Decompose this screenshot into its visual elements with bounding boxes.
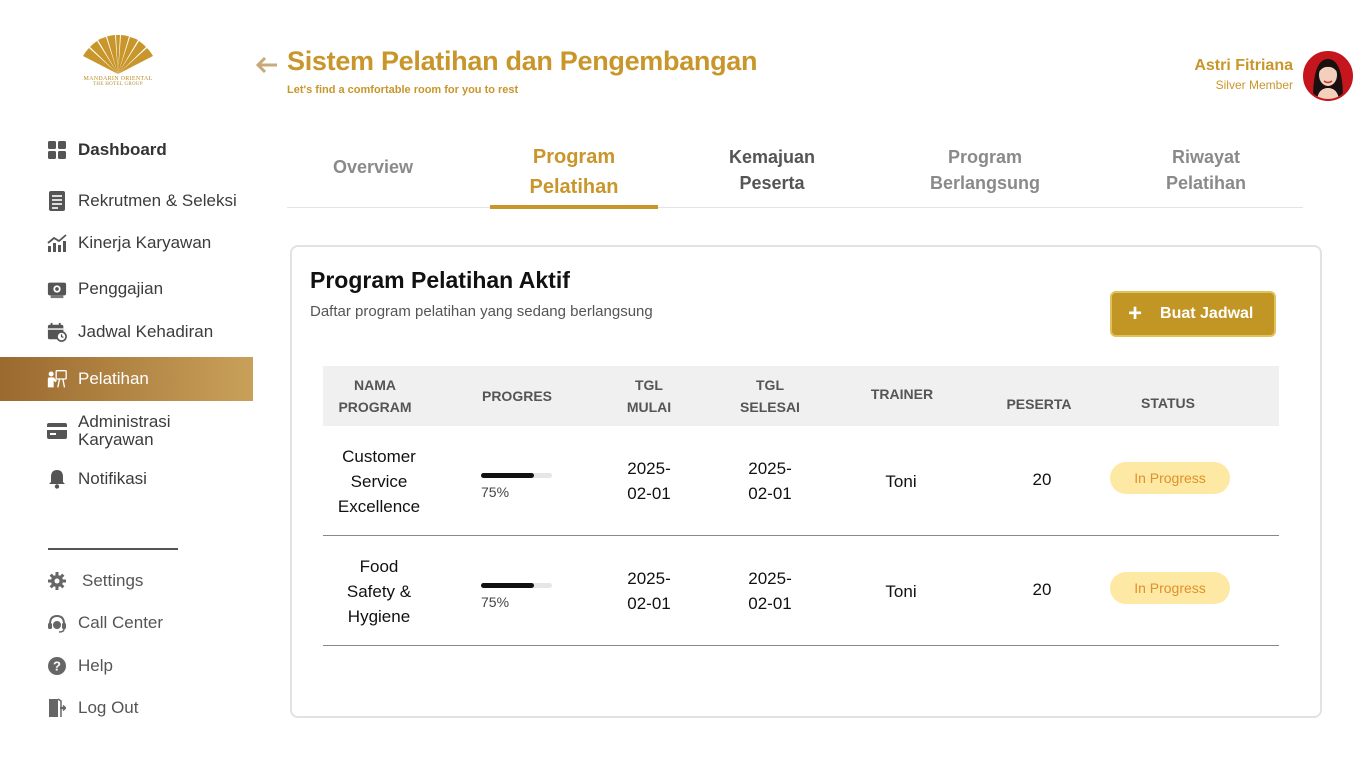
column-header-progress[interactable]: PROGRES xyxy=(473,366,561,426)
progress-bar-fill xyxy=(481,473,535,478)
brand-tagline: THE HOTEL GROUP xyxy=(93,82,143,87)
sidebar-item-label: Help xyxy=(78,656,113,675)
tab-label: Kemajuan Peserta xyxy=(728,147,816,193)
tab-program-berlangsung[interactable]: Program Berlangsung xyxy=(915,144,1055,212)
chart-up-icon xyxy=(47,233,67,253)
tab-overview[interactable]: Overview xyxy=(309,154,437,222)
tab-kemajuan-peserta[interactable]: Kemajuan Peserta xyxy=(707,144,837,212)
sidebar-item-label: Dashboard xyxy=(78,140,167,159)
grid-icon xyxy=(47,140,67,160)
participant-count: 20 xyxy=(1032,579,1052,599)
start-date: 2025- 02-01 xyxy=(627,569,671,613)
column-header-status[interactable]: STATUS xyxy=(1123,373,1213,433)
headset-icon xyxy=(47,613,67,633)
tab-bar: Overview Program Pelatihan Kemajuan Pese… xyxy=(287,140,1303,210)
logout-icon xyxy=(47,698,67,718)
plus-icon: + xyxy=(1128,300,1143,327)
end-date: 2025- 02-01 xyxy=(748,459,792,503)
avatar[interactable] xyxy=(1303,51,1353,101)
trainer-name: Toni xyxy=(885,471,917,491)
tab-label: Overview xyxy=(332,157,414,177)
page-title: Sistem Pelatihan dan Pengembangan xyxy=(287,46,758,76)
sidebar-item-help[interactable]: ? Help xyxy=(0,646,253,686)
fan-logo-icon xyxy=(83,34,153,74)
tab-program-pelatihan[interactable]: Program Pelatihan xyxy=(490,142,658,210)
progress-cell: 75% xyxy=(481,536,581,646)
back-arrow-icon[interactable] xyxy=(255,54,279,76)
sidebar-item-label: Penggajian xyxy=(78,279,164,298)
status-badge: In Progress xyxy=(1110,572,1230,604)
card-icon xyxy=(47,421,67,441)
sidebar-item-jadwal[interactable]: Jadwal Kehadiran xyxy=(0,312,253,352)
user-membership: Silver Member xyxy=(1215,78,1293,92)
tab-riwayat-pelatihan[interactable]: Riwayat Pelatihan xyxy=(1141,144,1271,212)
card-subtitle: Daftar program pelatihan yang sedang ber… xyxy=(310,303,653,320)
sidebar-item-label: Settings xyxy=(82,571,144,590)
sidebar-item-label: Kinerja Karyawan xyxy=(78,233,212,252)
active-programs-card: Program Pelatihan Aktif Daftar program p… xyxy=(290,245,1322,718)
training-icon xyxy=(47,369,67,389)
column-header-program[interactable]: NAMA PROGRAM xyxy=(323,366,427,426)
table-row[interactable]: Customer Service Excellence 75% 2025- 02… xyxy=(323,426,1279,536)
sidebar-item-notifikasi[interactable]: Notifikasi xyxy=(0,459,253,499)
sidebar-item-logout[interactable]: Log Out xyxy=(0,688,253,728)
column-header-end-date[interactable]: TGL SELESAI xyxy=(729,366,811,426)
help-icon: ? xyxy=(47,656,67,676)
sidebar-item-pelatihan[interactable]: Pelatihan xyxy=(0,357,253,401)
sidebar-item-label: Pelatihan xyxy=(78,369,149,388)
sidebar-item-administrasi[interactable]: Administrasi Karyawan xyxy=(0,411,253,451)
create-schedule-label: Buat Jadwal xyxy=(1160,305,1254,322)
page-subtitle: Let's find a comfortable room for you to… xyxy=(287,84,519,96)
sidebar-item-settings[interactable]: Settings xyxy=(0,561,253,601)
gear-icon xyxy=(47,571,67,591)
status-badge: In Progress xyxy=(1110,462,1230,494)
sidebar-item-dashboard[interactable]: Dashboard xyxy=(0,130,253,170)
sidebar-item-label: Notifikasi xyxy=(78,469,147,488)
program-name: Customer Service Excellence xyxy=(337,446,421,516)
start-date: 2025- 02-01 xyxy=(627,459,671,503)
brand-logo[interactable]: MANDARIN ORIENTAL THE HOTEL GROUP xyxy=(78,34,158,87)
trainer-name: Toni xyxy=(885,581,917,601)
tab-label: Program Pelatihan xyxy=(529,146,619,198)
participant-count: 20 xyxy=(1032,469,1052,489)
sidebar-item-label: Jadwal Kehadiran xyxy=(78,322,214,341)
card-title: Program Pelatihan Aktif xyxy=(310,267,570,293)
sidebar-item-label: Log Out xyxy=(78,698,139,717)
column-header-start-date[interactable]: TGL MULAI xyxy=(609,366,689,426)
payroll-icon xyxy=(47,279,67,299)
tab-label: Program Berlangsung xyxy=(929,147,1040,193)
table-row[interactable]: Food Safety & Hygiene 75% 2025- 02-01 20… xyxy=(323,536,1279,646)
document-list-icon xyxy=(47,191,67,211)
progress-bar xyxy=(481,473,552,478)
sidebar-item-label: Administrasi Karyawan xyxy=(78,412,171,449)
svg-text:?: ? xyxy=(53,659,61,674)
column-header-trainer[interactable]: TRAINER xyxy=(853,364,951,424)
sidebar-divider xyxy=(48,548,178,550)
progress-percent: 75% xyxy=(481,594,510,610)
progress-bar xyxy=(481,583,552,588)
progress-percent: 75% xyxy=(481,484,510,500)
sidebar-item-label: Call Center xyxy=(78,613,164,632)
create-schedule-button[interactable]: + Buat Jadwal xyxy=(1110,291,1276,337)
sidebar: MANDARIN ORIENTAL THE HOTEL GROUP Dashbo… xyxy=(0,0,253,759)
tab-label: Riwayat Pelatihan xyxy=(1165,147,1247,193)
end-date: 2025- 02-01 xyxy=(748,569,792,613)
calendar-clock-icon xyxy=(47,322,67,342)
program-name: Food Safety & Hygiene xyxy=(346,556,412,626)
sidebar-item-rekrutmen[interactable]: Rekrutmen & Seleksi xyxy=(0,181,253,221)
progress-bar-fill xyxy=(481,583,535,588)
progress-cell: 75% xyxy=(481,426,581,536)
bell-icon xyxy=(47,469,67,489)
user-name[interactable]: Astri Fitriana xyxy=(1194,57,1293,75)
table-header: NAMA PROGRAM PROGRES TGL MULAI TGL SELES… xyxy=(323,366,1279,426)
sidebar-item-call-center[interactable]: Call Center xyxy=(0,603,253,643)
sidebar-item-kinerja[interactable]: Kinerja Karyawan xyxy=(0,223,253,263)
sidebar-item-penggajian[interactable]: Penggajian xyxy=(0,269,253,309)
sidebar-item-label: Rekrutmen & Seleksi xyxy=(78,191,237,210)
